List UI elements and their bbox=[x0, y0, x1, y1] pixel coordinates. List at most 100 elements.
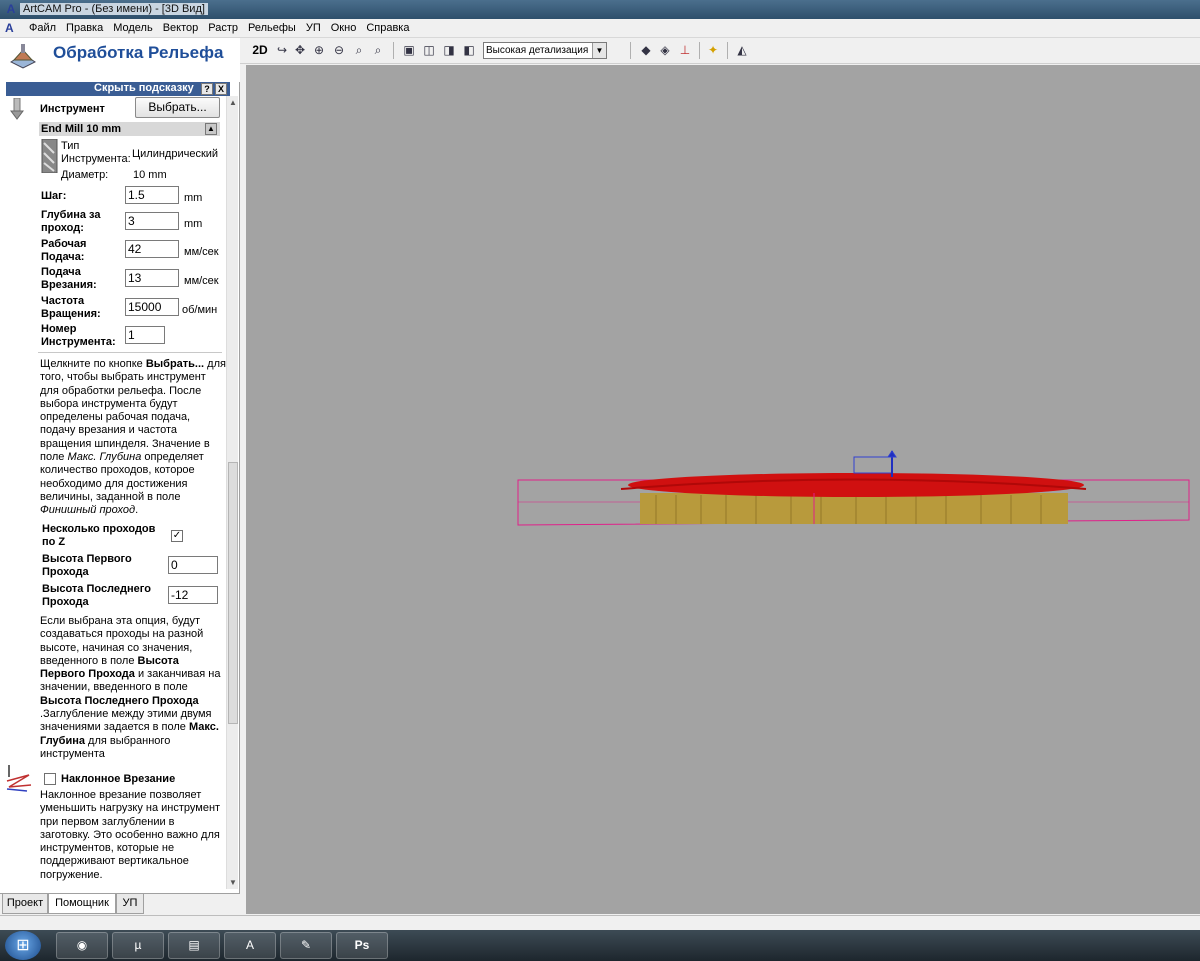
wireframe-icon[interactable]: ◈ bbox=[657, 42, 673, 58]
menu-help[interactable]: Справка bbox=[361, 22, 414, 34]
plunge-unit: мм/сек bbox=[184, 275, 219, 287]
zoom-in-icon[interactable]: ⊕ bbox=[311, 42, 327, 58]
start-button[interactable]: ⊞ bbox=[5, 931, 41, 960]
collapse-icon[interactable]: ▲ bbox=[205, 123, 217, 135]
depth-label: Глубина за проход: bbox=[41, 209, 101, 234]
menu-toolpaths[interactable]: УП bbox=[301, 22, 326, 34]
help2-text-3: .Заглубление между этими двумя значениям… bbox=[40, 708, 212, 734]
feed-label: Рабочая Подача: bbox=[41, 238, 87, 263]
detail-level-value: Высокая детализация bbox=[486, 45, 589, 56]
relief-side-gold bbox=[640, 493, 1068, 524]
tool-name-header[interactable]: End Mill 10 mm ▲ bbox=[39, 122, 220, 136]
windows-taskbar: ⊞ ◉ µ ▤ A ✎ Ps bbox=[0, 930, 1200, 961]
multipass-checkbox[interactable]: ✓ bbox=[171, 530, 183, 542]
zoom-out-icon[interactable]: ⊖ bbox=[331, 42, 347, 58]
relief-machining-panel: Обработка Рельефа Скрыть подсказку ? X И… bbox=[0, 38, 240, 915]
tool-number-input[interactable] bbox=[125, 326, 165, 344]
front-view-icon[interactable]: ◫ bbox=[421, 42, 437, 58]
ramp-label: Наклонное Врезание bbox=[61, 773, 176, 785]
scroll-up-icon[interactable]: ▲ bbox=[229, 98, 237, 107]
chevron-down-icon[interactable]: ▼ bbox=[592, 43, 606, 58]
feed-input[interactable] bbox=[125, 240, 179, 258]
scroll-down-icon[interactable]: ▼ bbox=[229, 878, 237, 887]
depth-unit: mm bbox=[184, 218, 203, 230]
panel-tabs: Проект Помощник УП bbox=[0, 893, 240, 915]
scrollbar-thumb[interactable] bbox=[228, 462, 238, 724]
menu-items: Файл Правка Модель Вектор Растр Рельефы … bbox=[24, 22, 414, 34]
artcam-icon[interactable]: A bbox=[224, 932, 276, 959]
spindle-unit: об/мин bbox=[182, 304, 218, 316]
menu-raster[interactable]: Растр bbox=[203, 22, 243, 34]
plunge-label: Подача Врезания: bbox=[41, 266, 97, 291]
help1-text-2: для того, чтобы выбрать инструмент для о… bbox=[40, 358, 226, 464]
light-bulb-icon[interactable]: ✦ bbox=[705, 42, 721, 58]
tab-assistant[interactable]: Помощник bbox=[48, 894, 116, 914]
menu-reliefs[interactable]: Рельефы bbox=[243, 22, 301, 34]
detail-level-select[interactable]: Высокая детализация ▼ bbox=[483, 42, 607, 59]
diameter-value: 10 mm bbox=[133, 169, 167, 181]
last-pass-input[interactable] bbox=[168, 586, 218, 604]
help-button[interactable]: ? bbox=[201, 83, 213, 95]
toolbar-separator bbox=[630, 42, 631, 59]
view-toolbar: 2D ↪ ✥ ⊕ ⊖ ⌕ ⌕ ▣ ◫ ◨ ◧ Высокая детализац… bbox=[240, 38, 1200, 64]
menu-edit[interactable]: Правка bbox=[61, 22, 108, 34]
axes-icon[interactable]: ⊥ bbox=[677, 42, 693, 58]
spindle-input[interactable] bbox=[125, 298, 179, 316]
step-input[interactable] bbox=[125, 186, 179, 204]
help-text-multipass: Если выбрана эта опция, будут создаватьс… bbox=[40, 615, 226, 761]
photoshop-icon[interactable]: Ps bbox=[336, 932, 388, 959]
zoom-box-icon[interactable]: ⌕ bbox=[351, 42, 367, 58]
iso-view-icon[interactable]: ▣ bbox=[401, 42, 417, 58]
menu-vector[interactable]: Вектор bbox=[158, 22, 204, 34]
utorrent-icon[interactable]: µ bbox=[112, 932, 164, 959]
side-view-icon[interactable]: ◨ bbox=[441, 42, 457, 58]
multipass-label: Несколько проходов по Z bbox=[42, 523, 156, 548]
tab-toolpaths[interactable]: УП bbox=[116, 894, 144, 914]
first-pass-input[interactable] bbox=[168, 556, 218, 574]
menu-model[interactable]: Модель bbox=[108, 22, 157, 34]
help1-bold: Выбрать... bbox=[145, 358, 205, 370]
hide-hint-link[interactable]: Скрыть подсказку bbox=[94, 82, 194, 94]
explorer-icon[interactable]: ▤ bbox=[168, 932, 220, 959]
tab-project[interactable]: Проект bbox=[2, 894, 48, 914]
end-mill-icon bbox=[41, 139, 58, 173]
tool-type-value: Цилиндрический bbox=[132, 148, 219, 160]
step-label: Шаг: bbox=[41, 190, 67, 202]
depth-input[interactable] bbox=[125, 212, 179, 230]
material-icon[interactable]: ◭ bbox=[734, 42, 750, 58]
3d-viewport[interactable] bbox=[246, 65, 1200, 914]
top-view-icon[interactable]: ◧ bbox=[461, 42, 477, 58]
arrow-down-icon bbox=[10, 98, 24, 120]
panel-scrollbar[interactable]: ▲ ▼ bbox=[226, 96, 238, 889]
spindle-label: Частота Вращения: bbox=[41, 295, 101, 320]
ramp-checkbox[interactable] bbox=[44, 773, 56, 785]
menu-bar: A Файл Правка Модель Вектор Растр Рельеф… bbox=[0, 19, 1200, 38]
shaded-view-icon[interactable]: ◆ bbox=[638, 42, 654, 58]
pan-icon[interactable]: ✥ bbox=[292, 42, 308, 58]
help2-bold-2: Высота Последнего Прохода bbox=[40, 694, 199, 707]
toolbar-separator bbox=[393, 42, 394, 59]
help1-italic-2: Финишный проход bbox=[40, 504, 136, 517]
menu-file[interactable]: Файл bbox=[24, 22, 61, 34]
artcam-menu-icon[interactable]: A bbox=[5, 21, 19, 35]
window-titlebar: A ArtCAM Pro - (Без имени) - [3D Вид] bbox=[0, 0, 1200, 19]
step-unit: mm bbox=[184, 192, 203, 204]
help-text-ramp: Наклонное врезание позволяет уменьшить н… bbox=[40, 789, 221, 881]
tool-position-marker bbox=[853, 450, 897, 477]
zoom-fit-icon[interactable]: ⌕ bbox=[370, 42, 386, 58]
first-pass-label: Высота Первого Прохода bbox=[42, 553, 132, 578]
rotate-icon[interactable]: ↪ bbox=[274, 42, 290, 58]
help1-italic: Макс. Глубина bbox=[67, 451, 142, 464]
2d-view-button[interactable]: 2D bbox=[250, 42, 270, 58]
toolbar-separator bbox=[699, 42, 700, 59]
select-tool-button[interactable]: Выбрать... bbox=[135, 97, 220, 118]
divider bbox=[38, 352, 222, 353]
firefox-icon[interactable]: ◉ bbox=[56, 932, 108, 959]
notepad-icon[interactable]: ✎ bbox=[280, 932, 332, 959]
feed-unit: мм/сек bbox=[184, 246, 219, 258]
artcam-logo-icon: A bbox=[6, 2, 16, 16]
menu-window[interactable]: Окно bbox=[326, 22, 362, 34]
plunge-input[interactable] bbox=[125, 269, 179, 287]
help1-text-4: . bbox=[135, 504, 139, 517]
close-hint-button[interactable]: X bbox=[215, 83, 227, 95]
